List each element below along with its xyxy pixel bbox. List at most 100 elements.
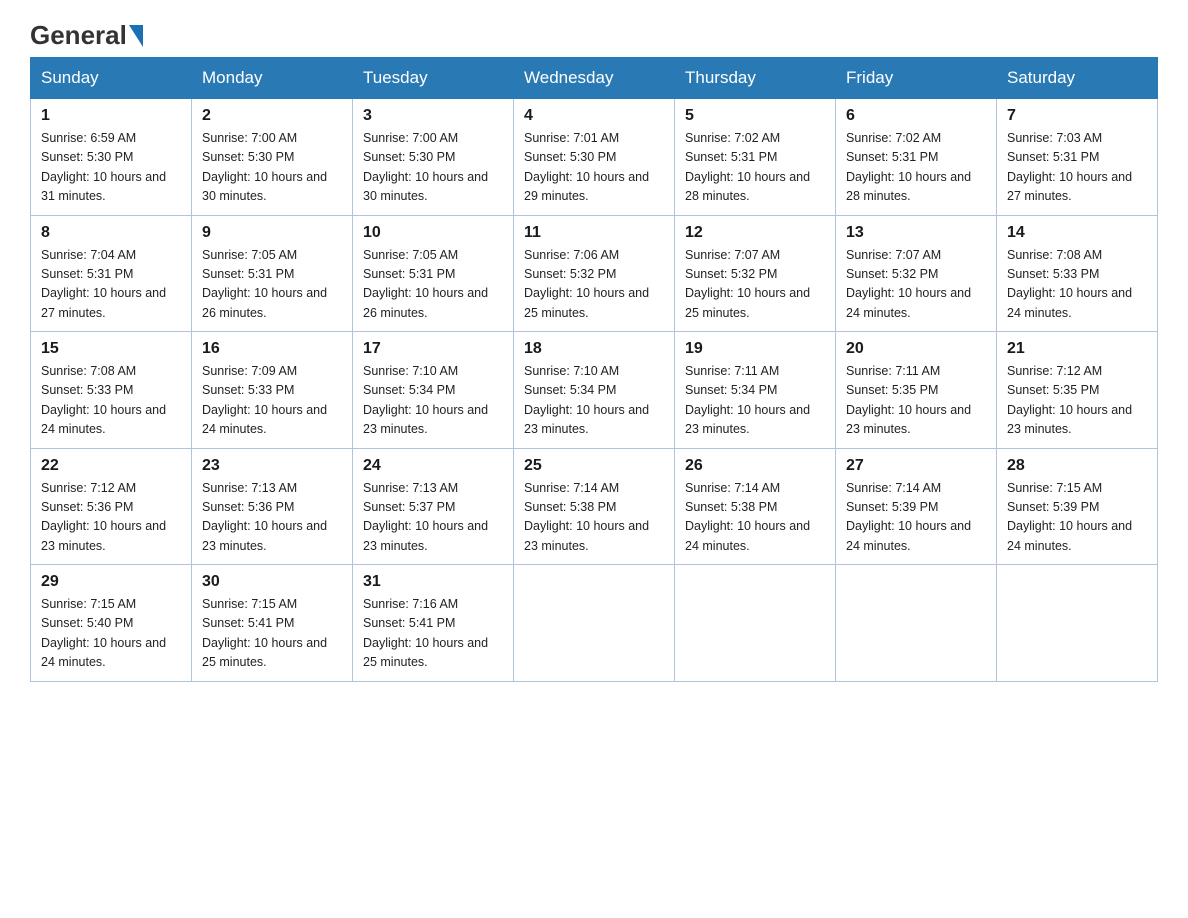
weekday-header-row: SundayMondayTuesdayWednesdayThursdayFrid…: [31, 58, 1158, 99]
weekday-header-sunday: Sunday: [31, 58, 192, 99]
day-number: 26: [685, 457, 825, 475]
day-info: Sunrise: 7:13 AMSunset: 5:37 PMDaylight:…: [363, 481, 488, 553]
day-info: Sunrise: 7:03 AMSunset: 5:31 PMDaylight:…: [1007, 131, 1132, 203]
day-info: Sunrise: 7:01 AMSunset: 5:30 PMDaylight:…: [524, 131, 649, 203]
day-number: 5: [685, 107, 825, 125]
day-number: 2: [202, 107, 342, 125]
day-number: 28: [1007, 457, 1147, 475]
calendar-cell: 31 Sunrise: 7:16 AMSunset: 5:41 PMDaylig…: [353, 565, 514, 682]
day-info: Sunrise: 7:14 AMSunset: 5:38 PMDaylight:…: [524, 481, 649, 553]
day-info: Sunrise: 7:14 AMSunset: 5:38 PMDaylight:…: [685, 481, 810, 553]
day-info: Sunrise: 7:02 AMSunset: 5:31 PMDaylight:…: [685, 131, 810, 203]
day-info: Sunrise: 7:08 AMSunset: 5:33 PMDaylight:…: [41, 364, 166, 436]
calendar-cell: 17 Sunrise: 7:10 AMSunset: 5:34 PMDaylig…: [353, 332, 514, 449]
weekday-header-tuesday: Tuesday: [353, 58, 514, 99]
day-info: Sunrise: 7:08 AMSunset: 5:33 PMDaylight:…: [1007, 248, 1132, 320]
calendar-cell: 22 Sunrise: 7:12 AMSunset: 5:36 PMDaylig…: [31, 448, 192, 565]
day-info: Sunrise: 7:15 AMSunset: 5:40 PMDaylight:…: [41, 597, 166, 669]
day-number: 10: [363, 224, 503, 242]
day-number: 18: [524, 340, 664, 358]
calendar-cell: [514, 565, 675, 682]
day-number: 11: [524, 224, 664, 242]
day-number: 20: [846, 340, 986, 358]
calendar-cell: 25 Sunrise: 7:14 AMSunset: 5:38 PMDaylig…: [514, 448, 675, 565]
calendar-cell: 15 Sunrise: 7:08 AMSunset: 5:33 PMDaylig…: [31, 332, 192, 449]
day-number: 12: [685, 224, 825, 242]
day-number: 27: [846, 457, 986, 475]
day-info: Sunrise: 7:15 AMSunset: 5:41 PMDaylight:…: [202, 597, 327, 669]
weekday-header-friday: Friday: [836, 58, 997, 99]
calendar-cell: [997, 565, 1158, 682]
day-info: Sunrise: 7:12 AMSunset: 5:35 PMDaylight:…: [1007, 364, 1132, 436]
logo-general: General: [30, 20, 127, 51]
day-number: 6: [846, 107, 986, 125]
day-info: Sunrise: 7:14 AMSunset: 5:39 PMDaylight:…: [846, 481, 971, 553]
day-info: Sunrise: 7:10 AMSunset: 5:34 PMDaylight:…: [524, 364, 649, 436]
calendar-cell: 9 Sunrise: 7:05 AMSunset: 5:31 PMDayligh…: [192, 215, 353, 332]
weekday-header-thursday: Thursday: [675, 58, 836, 99]
calendar-cell: 28 Sunrise: 7:15 AMSunset: 5:39 PMDaylig…: [997, 448, 1158, 565]
day-number: 7: [1007, 107, 1147, 125]
calendar-cell: 19 Sunrise: 7:11 AMSunset: 5:34 PMDaylig…: [675, 332, 836, 449]
calendar-cell: [675, 565, 836, 682]
day-number: 30: [202, 573, 342, 591]
calendar-week-row: 15 Sunrise: 7:08 AMSunset: 5:33 PMDaylig…: [31, 332, 1158, 449]
logo: General: [30, 20, 145, 47]
day-info: Sunrise: 7:02 AMSunset: 5:31 PMDaylight:…: [846, 131, 971, 203]
calendar-cell: 27 Sunrise: 7:14 AMSunset: 5:39 PMDaylig…: [836, 448, 997, 565]
day-number: 13: [846, 224, 986, 242]
day-info: Sunrise: 7:10 AMSunset: 5:34 PMDaylight:…: [363, 364, 488, 436]
day-info: Sunrise: 7:11 AMSunset: 5:35 PMDaylight:…: [846, 364, 971, 436]
day-number: 22: [41, 457, 181, 475]
day-number: 29: [41, 573, 181, 591]
day-number: 1: [41, 107, 181, 125]
calendar-week-row: 29 Sunrise: 7:15 AMSunset: 5:40 PMDaylig…: [31, 565, 1158, 682]
day-info: Sunrise: 7:06 AMSunset: 5:32 PMDaylight:…: [524, 248, 649, 320]
calendar-cell: 7 Sunrise: 7:03 AMSunset: 5:31 PMDayligh…: [997, 99, 1158, 216]
weekday-header-monday: Monday: [192, 58, 353, 99]
day-number: 21: [1007, 340, 1147, 358]
day-number: 15: [41, 340, 181, 358]
calendar-cell: 3 Sunrise: 7:00 AMSunset: 5:30 PMDayligh…: [353, 99, 514, 216]
calendar-cell: 29 Sunrise: 7:15 AMSunset: 5:40 PMDaylig…: [31, 565, 192, 682]
calendar-cell: [836, 565, 997, 682]
day-info: Sunrise: 7:07 AMSunset: 5:32 PMDaylight:…: [685, 248, 810, 320]
day-info: Sunrise: 7:04 AMSunset: 5:31 PMDaylight:…: [41, 248, 166, 320]
day-number: 4: [524, 107, 664, 125]
day-number: 23: [202, 457, 342, 475]
page-header: General: [30, 20, 1158, 47]
day-number: 25: [524, 457, 664, 475]
calendar-week-row: 22 Sunrise: 7:12 AMSunset: 5:36 PMDaylig…: [31, 448, 1158, 565]
day-number: 14: [1007, 224, 1147, 242]
day-number: 9: [202, 224, 342, 242]
weekday-header-saturday: Saturday: [997, 58, 1158, 99]
calendar-cell: 26 Sunrise: 7:14 AMSunset: 5:38 PMDaylig…: [675, 448, 836, 565]
calendar-cell: 30 Sunrise: 7:15 AMSunset: 5:41 PMDaylig…: [192, 565, 353, 682]
day-info: Sunrise: 7:05 AMSunset: 5:31 PMDaylight:…: [363, 248, 488, 320]
day-info: Sunrise: 6:59 AMSunset: 5:30 PMDaylight:…: [41, 131, 166, 203]
day-info: Sunrise: 7:05 AMSunset: 5:31 PMDaylight:…: [202, 248, 327, 320]
calendar-cell: 14 Sunrise: 7:08 AMSunset: 5:33 PMDaylig…: [997, 215, 1158, 332]
day-info: Sunrise: 7:07 AMSunset: 5:32 PMDaylight:…: [846, 248, 971, 320]
calendar-cell: 13 Sunrise: 7:07 AMSunset: 5:32 PMDaylig…: [836, 215, 997, 332]
calendar-cell: 2 Sunrise: 7:00 AMSunset: 5:30 PMDayligh…: [192, 99, 353, 216]
calendar-table: SundayMondayTuesdayWednesdayThursdayFrid…: [30, 57, 1158, 682]
day-number: 31: [363, 573, 503, 591]
day-info: Sunrise: 7:15 AMSunset: 5:39 PMDaylight:…: [1007, 481, 1132, 553]
logo-text: General: [30, 20, 145, 51]
day-info: Sunrise: 7:00 AMSunset: 5:30 PMDaylight:…: [363, 131, 488, 203]
day-info: Sunrise: 7:12 AMSunset: 5:36 PMDaylight:…: [41, 481, 166, 553]
day-number: 19: [685, 340, 825, 358]
calendar-cell: 24 Sunrise: 7:13 AMSunset: 5:37 PMDaylig…: [353, 448, 514, 565]
logo-triangle-icon: [129, 25, 143, 47]
day-number: 24: [363, 457, 503, 475]
calendar-cell: 1 Sunrise: 6:59 AMSunset: 5:30 PMDayligh…: [31, 99, 192, 216]
day-info: Sunrise: 7:09 AMSunset: 5:33 PMDaylight:…: [202, 364, 327, 436]
calendar-cell: 8 Sunrise: 7:04 AMSunset: 5:31 PMDayligh…: [31, 215, 192, 332]
calendar-cell: 4 Sunrise: 7:01 AMSunset: 5:30 PMDayligh…: [514, 99, 675, 216]
calendar-cell: 11 Sunrise: 7:06 AMSunset: 5:32 PMDaylig…: [514, 215, 675, 332]
calendar-cell: 16 Sunrise: 7:09 AMSunset: 5:33 PMDaylig…: [192, 332, 353, 449]
day-info: Sunrise: 7:16 AMSunset: 5:41 PMDaylight:…: [363, 597, 488, 669]
calendar-cell: 5 Sunrise: 7:02 AMSunset: 5:31 PMDayligh…: [675, 99, 836, 216]
day-number: 3: [363, 107, 503, 125]
